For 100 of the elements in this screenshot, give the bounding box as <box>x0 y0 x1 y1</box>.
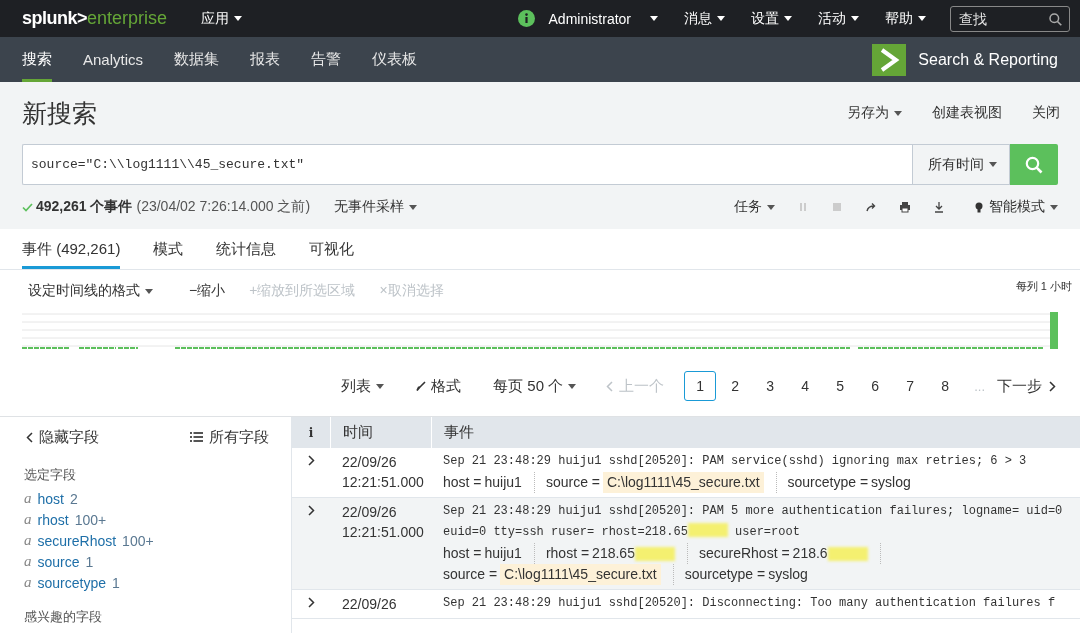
apps-menu[interactable]: 应用 <box>201 9 243 28</box>
column-header[interactable]: 事件 <box>431 417 1080 448</box>
chevron-right-icon <box>307 505 315 516</box>
field-value[interactable]: C:\log1111\45_secure.txt <box>603 472 764 493</box>
format-button[interactable]: 格式 <box>416 376 462 396</box>
nav-tab[interactable]: 告警 <box>311 37 342 82</box>
menu-button[interactable]: 帮助 <box>885 9 926 28</box>
nav-tab[interactable]: Analytics <box>83 37 144 82</box>
chevron-right-icon <box>1049 380 1056 392</box>
time-range-picker[interactable]: 所有时间 <box>912 144 1010 185</box>
hide-fields-link[interactable]: 隐藏字段 <box>26 427 99 447</box>
nav-tab[interactable]: 仪表板 <box>372 37 418 82</box>
column-header[interactable]: i <box>292 417 330 448</box>
field-item[interactable]: a source 1 <box>24 551 269 572</box>
all-fields-button[interactable]: 所有字段 <box>190 427 269 447</box>
user-menu[interactable]: Administrator <box>517 10 658 27</box>
chevron-left-icon <box>606 380 614 392</box>
lightbulb-icon <box>975 201 983 213</box>
next-page-link[interactable]: 下一步 <box>997 376 1056 396</box>
field-name: rhost = <box>545 544 590 563</box>
save-as-menu[interactable]: 另存为 <box>847 104 902 122</box>
event-time: 22/09/26 <box>341 595 398 614</box>
raw-event-text: Sep 21 23:48:29 huiju1 sshd[20520]: PAM service(sshd) ignoring max retries; 6 > 3 <box>442 453 1028 470</box>
header-link[interactable]: 关闭 <box>1032 104 1060 122</box>
page-link[interactable]: 4 <box>789 371 822 401</box>
section-heading: 感兴趣的字段 <box>24 609 103 626</box>
field-value[interactable]: syslog <box>768 564 808 585</box>
header-link[interactable]: 创建表视图 <box>932 104 1002 122</box>
list-icon <box>190 432 203 442</box>
field-item[interactable]: a host 2 <box>24 488 269 509</box>
search-mode-menu[interactable]: 智能模式 <box>975 198 1058 216</box>
event-time: 22/09/26 12:21:51.000 <box>341 453 425 492</box>
field-value[interactable]: 218.6 <box>792 543 828 564</box>
field-item[interactable]: a sourcetype 1 <box>24 572 269 593</box>
results-tab[interactable]: 模式 <box>153 229 184 269</box>
redaction-mark <box>827 546 868 561</box>
menu-button[interactable]: 消息 <box>684 9 725 28</box>
page-link[interactable]: 8 <box>929 371 962 401</box>
sampling-menu[interactable]: 无事件采样 <box>334 198 418 216</box>
column-header[interactable]: 时间 <box>330 417 431 448</box>
app-title: Search & Reporting <box>918 50 1058 69</box>
share-icon[interactable] <box>865 201 877 213</box>
page-link[interactable]: 5 <box>824 371 857 401</box>
field-value[interactable]: huiju1 <box>484 472 522 493</box>
check-icon <box>22 202 33 212</box>
field-name: sourcetype = <box>684 565 766 584</box>
caret-icon <box>650 16 658 21</box>
caret-icon <box>376 383 385 389</box>
page-link[interactable]: 7 <box>894 371 927 401</box>
logo-text[interactable]: splunk> <box>22 8 88 29</box>
per-page-menu[interactable]: 每页 50 个 <box>493 376 577 396</box>
nav-tab[interactable]: 数据集 <box>174 37 220 82</box>
results-tab[interactable]: 统计信息 <box>216 229 277 269</box>
results-tab[interactable]: 可视化 <box>309 229 355 269</box>
page-link[interactable]: 6 <box>859 371 892 401</box>
search-time: (23/04/02 7:26:14.000 之前) <box>136 198 311 216</box>
brush-icon <box>416 381 427 391</box>
field-name: secureRhost = <box>698 544 790 563</box>
job-menu[interactable]: 任务 <box>734 198 775 216</box>
caret-icon <box>894 110 902 116</box>
timeline-format-menu[interactable]: 设定时间线的格式 <box>28 282 153 300</box>
redaction-mark <box>634 546 675 561</box>
caret-icon <box>409 204 418 210</box>
export-icon[interactable] <box>933 201 945 213</box>
caret-icon <box>234 16 243 21</box>
print-icon[interactable] <box>899 201 911 213</box>
page-link[interactable]: 2 <box>719 371 752 401</box>
product-name: enterprise <box>87 8 168 29</box>
view-menu[interactable]: 列表 <box>341 376 385 396</box>
caret-icon <box>1050 204 1058 210</box>
chevron-left-icon <box>26 431 33 443</box>
field-name: source = <box>443 565 498 584</box>
field-value[interactable]: huiju1 <box>484 543 522 564</box>
app-logo-icon <box>872 43 907 76</box>
page-title: 新搜索 <box>22 97 98 129</box>
field-item[interactable]: a secureRhost 100+ <box>24 530 269 551</box>
search-field[interactable]: 查找 <box>950 5 1070 32</box>
field-name: source = <box>545 473 600 492</box>
search-icon <box>1025 155 1043 174</box>
field-name: host = <box>443 473 482 492</box>
menu-button[interactable]: 活动 <box>818 9 859 28</box>
field-name: host = <box>443 544 482 563</box>
info-icon <box>517 10 535 27</box>
chevron-right-icon <box>307 597 315 608</box>
page-link[interactable]: 3 <box>754 371 787 401</box>
timeline-tool[interactable]: −缩小 <box>189 282 226 300</box>
field-item[interactable]: a rhost 100+ <box>24 509 269 530</box>
page-link[interactable]: 1 <box>684 371 717 401</box>
caret-icon <box>784 16 792 21</box>
field-name: sourcetype = <box>787 473 869 492</box>
field-value[interactable]: C:\log1111\45_secure.txt <box>500 564 661 585</box>
chevron-right-icon <box>307 455 315 466</box>
caret-icon <box>918 16 926 21</box>
event-count: 492,261 个事件 <box>36 198 133 216</box>
timeline-scale: 每列 1 小时 <box>1015 279 1072 294</box>
search-query-field[interactable]: source="C:\\log1111\\45_secure.txt" <box>22 144 912 185</box>
menu-button[interactable]: 设置 <box>751 9 792 28</box>
field-value[interactable]: 218.65 <box>592 543 635 564</box>
nav-tab[interactable]: 报表 <box>250 37 281 82</box>
field-value[interactable]: syslog <box>871 472 911 493</box>
